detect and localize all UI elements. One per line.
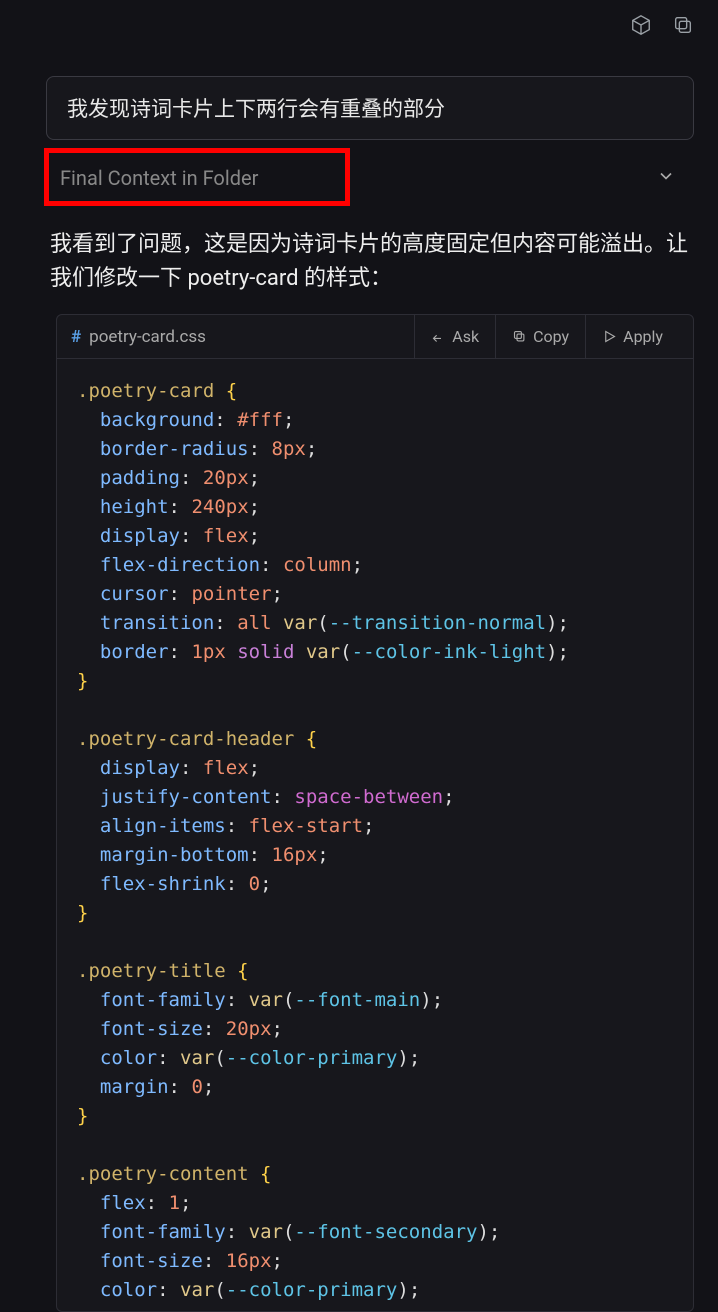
- copy-button[interactable]: Copy: [495, 315, 585, 359]
- cube-icon[interactable]: [630, 14, 652, 40]
- apply-button[interactable]: Apply: [585, 315, 679, 359]
- code-filename-text: poetry-card.css: [89, 327, 206, 347]
- user-message: 我发现诗词卡片上下两行会有重叠的部分: [46, 76, 694, 140]
- copy-icon[interactable]: [672, 14, 694, 40]
- code-block: # poetry-card.css Ask Copy Apply .poetry…: [56, 314, 694, 1312]
- code-block-header: # poetry-card.css Ask Copy Apply: [57, 315, 693, 359]
- code-filename: # poetry-card.css: [71, 327, 206, 347]
- code-actions: Ask Copy Apply: [414, 315, 679, 359]
- context-toggle[interactable]: Final Context in Folder: [46, 152, 694, 204]
- apply-button-label: Apply: [623, 327, 663, 346]
- chevron-down-icon: [656, 166, 676, 190]
- user-message-text: 我发现诗词卡片上下两行会有重叠的部分: [67, 98, 445, 122]
- ask-button[interactable]: Ask: [414, 315, 495, 359]
- context-toggle-label: Final Context in Folder: [60, 166, 258, 190]
- code-body[interactable]: .poetry-card { background: #fff; border-…: [57, 359, 693, 1311]
- assistant-message-text: 我看到了问题，这是因为诗词卡片的高度固定但内容可能溢出。让我们修改一下 poet…: [50, 232, 688, 291]
- copy-button-label: Copy: [533, 327, 569, 346]
- ask-button-label: Ask: [452, 327, 479, 346]
- hash-icon: #: [71, 327, 81, 347]
- assistant-message: 我看到了问题，这是因为诗词卡片的高度固定但内容可能溢出。让我们修改一下 poet…: [50, 228, 694, 296]
